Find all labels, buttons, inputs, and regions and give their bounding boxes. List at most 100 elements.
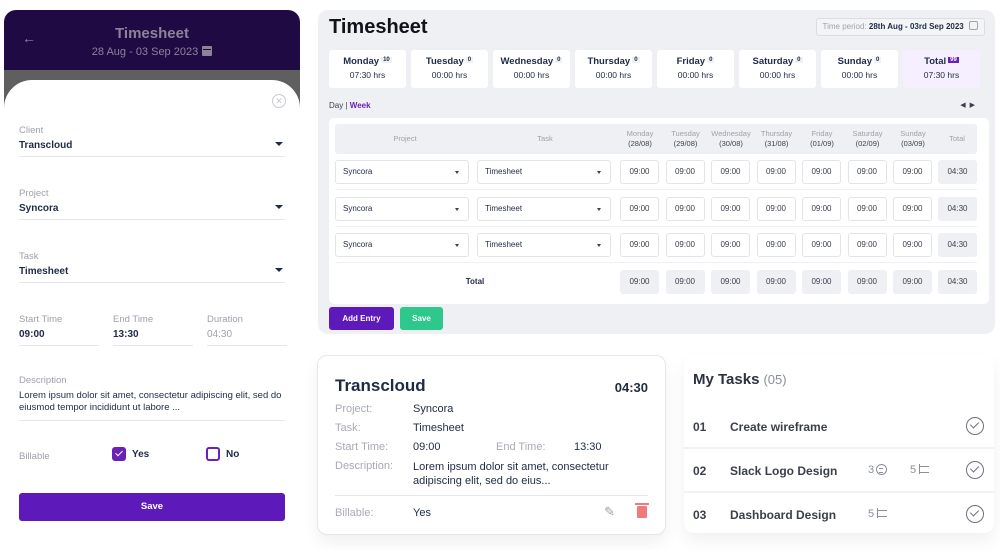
time-input[interactable]: 09:00 bbox=[847, 196, 887, 221]
end-time-field[interactable]: End Time 13:30 bbox=[113, 314, 193, 346]
save-button[interactable]: Save bbox=[400, 307, 443, 330]
day-summary-card[interactable]: Sunday 0 00:00 hrs bbox=[821, 50, 898, 88]
check-circle-icon[interactable] bbox=[966, 505, 984, 523]
day-total: 09:00 bbox=[893, 269, 932, 294]
mobile-timesheet-panel: ← Timesheet 28 Aug - 03 Sep 2023 ✕ Clien… bbox=[4, 10, 300, 550]
day-summary-card[interactable]: Tuesday 0 00:00 hrs bbox=[411, 50, 488, 88]
project-dropdown[interactable]: Syncora bbox=[335, 196, 469, 221]
day-name: Thursday 0 bbox=[575, 56, 652, 67]
time-input[interactable]: 09:00 bbox=[620, 196, 659, 221]
task-list-item[interactable]: 03 Dashboard Design 5 bbox=[684, 493, 994, 537]
column-header-day-date: (29/08) bbox=[673, 139, 698, 148]
time-input[interactable]: 09:00 bbox=[665, 233, 705, 257]
day-total: 09:00 bbox=[665, 269, 705, 294]
row-total: 04:30 bbox=[938, 160, 977, 184]
time-input[interactable]: 09:00 bbox=[711, 196, 750, 221]
task-select[interactable]: Task Timesheet bbox=[19, 251, 285, 283]
description-label: Description bbox=[19, 375, 67, 386]
subtask-icon bbox=[877, 508, 889, 518]
time-input[interactable]: 09:00 bbox=[802, 196, 841, 221]
prev-week-icon[interactable]: ◀ bbox=[960, 102, 969, 109]
day-hours: 00:00 hrs bbox=[759, 70, 796, 80]
chevron-down-icon bbox=[275, 205, 283, 209]
task-number: 03 bbox=[693, 508, 707, 522]
day-summary-card[interactable]: Friday 0 00:00 hrs bbox=[657, 50, 734, 88]
day-summary-card[interactable]: Wednesday 0 00:00 hrs bbox=[493, 50, 570, 88]
mobile-save-button[interactable]: Save bbox=[19, 493, 285, 521]
time-input[interactable]: 09:00 bbox=[620, 160, 659, 184]
timesheet-panel: Timesheet Time period: 28th Aug - 03rd S… bbox=[318, 10, 995, 334]
date-range[interactable]: 28 Aug - 03 Sep 2023 bbox=[4, 46, 300, 58]
close-circle-icon[interactable]: ✕ bbox=[272, 94, 286, 108]
time-input[interactable]: 09:00 bbox=[893, 233, 932, 257]
time-input[interactable]: 09:00 bbox=[620, 233, 659, 257]
client-value: Transcloud bbox=[19, 140, 73, 151]
task-dropdown-value: Timesheet bbox=[485, 203, 523, 213]
comment-icon bbox=[876, 464, 888, 475]
checkbox-unchecked-icon[interactable] bbox=[206, 447, 220, 461]
add-entry-button[interactable]: Add Entry bbox=[329, 307, 394, 330]
time-input[interactable]: 09:00 bbox=[665, 196, 705, 221]
view-week-link[interactable]: Week bbox=[350, 101, 371, 110]
time-input[interactable]: 09:00 bbox=[756, 233, 796, 257]
client-select[interactable]: Client Transcloud bbox=[19, 125, 285, 157]
time-input[interactable]: 09:00 bbox=[802, 233, 841, 257]
day-name: Friday 0 bbox=[657, 56, 734, 67]
day-name-text: Total bbox=[924, 56, 947, 67]
entry-end-label: End Time: bbox=[496, 441, 546, 453]
time-input[interactable]: 09:00 bbox=[665, 160, 705, 184]
grand-total: 04:30 bbox=[938, 269, 977, 294]
project-dropdown-value: Syncora bbox=[343, 167, 373, 176]
task-list-item[interactable]: 01 Create wireframe bbox=[684, 405, 994, 449]
date-range-text: 28 Aug - 03 Sep 2023 bbox=[91, 46, 199, 58]
time-input[interactable]: 09:00 bbox=[711, 233, 750, 257]
task-dropdown[interactable]: Timesheet bbox=[477, 160, 611, 184]
mobile-header: ← Timesheet 28 Aug - 03 Sep 2023 bbox=[4, 10, 300, 70]
task-list-item[interactable]: 02 Slack Logo Design 3 5 bbox=[684, 449, 994, 493]
task-dropdown[interactable]: Timesheet bbox=[477, 196, 611, 221]
time-period-picker[interactable]: Time period: 28th Aug - 03rd Sep 2023 bbox=[815, 18, 985, 36]
project-dropdown[interactable]: Syncora bbox=[335, 160, 469, 184]
day-hours: 07:30 hrs bbox=[923, 70, 960, 80]
billable-no-checkbox[interactable]: No bbox=[206, 447, 239, 461]
trash-icon[interactable] bbox=[635, 503, 649, 518]
time-input[interactable]: 09:00 bbox=[847, 233, 887, 257]
project-dropdown-value: Syncora bbox=[343, 240, 373, 249]
time-input[interactable]: 09:00 bbox=[711, 160, 750, 184]
day-entry-count-badge: 0 bbox=[707, 57, 715, 63]
next-week-icon[interactable]: ▶ bbox=[970, 102, 979, 109]
checkbox-checked-icon[interactable] bbox=[112, 447, 126, 461]
mobile-title: Timesheet bbox=[115, 25, 189, 42]
time-input[interactable]: 09:00 bbox=[756, 196, 796, 221]
calendar-icon[interactable] bbox=[202, 46, 213, 56]
time-input[interactable]: 09:00 bbox=[893, 196, 932, 221]
calendar-icon[interactable] bbox=[969, 21, 978, 30]
description-field[interactable]: Description Lorem ipsum dolor sit amet, … bbox=[19, 375, 285, 421]
day-summary-card[interactable]: Thursday 0 00:00 hrs bbox=[575, 50, 652, 88]
time-input[interactable]: 09:00 bbox=[802, 160, 841, 184]
column-header-day-date: (02/09) bbox=[855, 139, 880, 148]
week-nav-arrows[interactable]: ◀▶ bbox=[960, 101, 979, 109]
start-time-field[interactable]: Start Time 09:00 bbox=[19, 314, 99, 346]
pencil-icon[interactable]: ✎ bbox=[604, 504, 615, 520]
day-summary-card[interactable]: Saturday 0 00:00 hrs bbox=[739, 50, 816, 88]
column-header-day-name: Saturday bbox=[852, 129, 883, 138]
billable-yes-checkbox[interactable]: Yes bbox=[112, 447, 149, 461]
day-name-text: Saturday bbox=[752, 56, 794, 67]
column-header-project: Project bbox=[393, 134, 417, 143]
entry-client: Transcloud bbox=[335, 376, 426, 395]
task-dropdown[interactable]: Timesheet bbox=[477, 233, 611, 257]
check-circle-icon[interactable] bbox=[966, 417, 984, 435]
day-summary-card[interactable]: Monday 10 07:30 hrs bbox=[329, 50, 406, 88]
time-input[interactable]: 09:00 bbox=[756, 160, 796, 184]
day-name: Saturday 0 bbox=[739, 56, 816, 67]
task-dropdown-value: Timesheet bbox=[485, 167, 523, 176]
project-select[interactable]: Project Syncora bbox=[19, 188, 285, 220]
time-input[interactable]: 09:00 bbox=[893, 160, 932, 184]
time-input[interactable]: 09:00 bbox=[847, 160, 887, 184]
check-circle-icon[interactable] bbox=[966, 461, 984, 479]
chevron-down-icon bbox=[597, 244, 601, 247]
entry-description-value: Lorem ipsum dolor sit amet, consectetur … bbox=[413, 461, 609, 487]
project-dropdown[interactable]: Syncora bbox=[335, 233, 469, 257]
view-day-link[interactable]: Day bbox=[329, 101, 343, 110]
